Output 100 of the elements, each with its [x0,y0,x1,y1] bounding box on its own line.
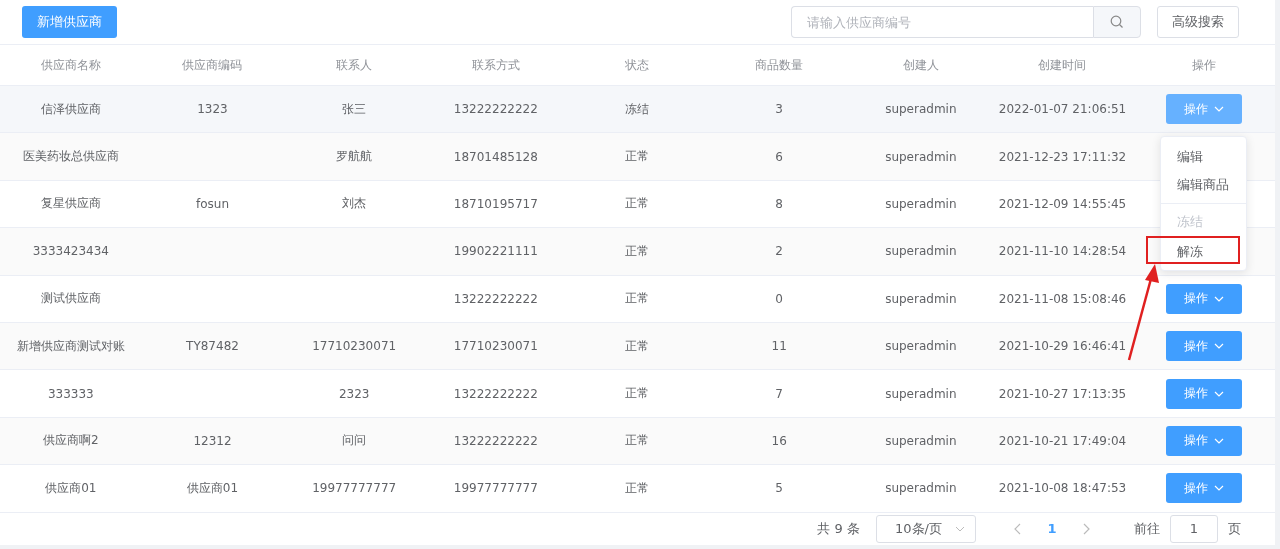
add-supplier-button[interactable]: 新增供应商 [22,6,117,38]
table-cell: 19977777777 [453,481,538,496]
table-cell: 2021-12-09 14:55:45 [998,196,1127,211]
table-cell: 6 [775,149,783,164]
table-cell: 2021-10-27 17:13:35 [998,386,1127,401]
menu-item[interactable]: 解冻 [1146,236,1240,264]
menu-item[interactable]: 编辑商品 [1161,171,1246,199]
table-cell: 19902221111 [453,244,538,259]
table-cell: 新增供应商测试对账 [16,338,125,353]
table-cell: 2021-12-23 17:11:32 [998,149,1127,164]
table-cell: 17710230071 [453,339,538,354]
page-suffix: 页 [1228,519,1241,538]
table-cell: 3333423434 [32,244,109,259]
page-number[interactable]: 1 [1042,521,1062,537]
table-cell: 供应商啊2 [43,433,99,448]
search-button[interactable] [1093,6,1141,38]
table-cell: 17710230071 [312,339,397,354]
table-cell: 正常 [625,243,650,258]
column-header: 供应商编码 [182,57,243,72]
table-cell: 信泽供应商 [40,101,101,116]
column-header: 联系人 [336,57,373,72]
table-cell: superadmin [885,149,957,164]
table-cell: 2021-10-21 17:49:04 [998,433,1127,448]
total-count: 共 9 条 [817,519,860,538]
table-cell: superadmin [885,481,957,496]
action-dropdown-button[interactable]: 操作 [1166,331,1243,362]
caret-icon [955,525,965,532]
table-cell: 2021-11-10 14:28:54 [998,244,1127,259]
table-cell: 13222222222 [453,386,538,401]
table-cell: 2021-10-08 18:47:53 [998,481,1127,496]
menu-item[interactable]: 编辑 [1161,143,1246,171]
action-dropdown-button[interactable]: 操作 [1166,378,1243,409]
caret-icon [1214,295,1225,302]
table-cell: 正常 [625,433,650,448]
table-cell: fosun [195,196,229,211]
page-input[interactable]: 1 [1170,514,1218,543]
table-cell: superadmin [885,339,957,354]
table-cell: superadmin [885,244,957,259]
table-cell: 正常 [625,149,650,164]
table-cell: 333333 [47,386,94,401]
table-cell: 2022-01-07 21:06:51 [998,102,1127,117]
table-cell: 2021-10-29 16:46:41 [998,339,1127,354]
table-cell: 5 [775,481,783,496]
caret-icon [1214,485,1225,492]
table-cell: 2 [775,244,783,259]
table-cell: 冻结 [625,101,650,116]
caret-icon [1214,437,1225,444]
table-cell: 刘杰 [342,196,367,211]
table-cell: 3 [775,102,783,117]
table-cell: 13222222222 [453,291,538,306]
table-cell: 正常 [625,386,650,401]
action-dropdown-button[interactable]: 操作 [1166,94,1243,125]
caret-icon [1214,106,1225,113]
table-cell: 18701485128 [453,149,538,164]
column-header: 供应商名称 [40,57,101,72]
column-header: 联系方式 [471,57,520,72]
table-cell: 正常 [625,338,650,353]
advanced-search-button[interactable]: 高级搜索 [1157,6,1239,38]
action-dropdown-button[interactable]: 操作 [1166,283,1243,314]
action-dropdown-button[interactable]: 操作 [1166,425,1243,456]
table-cell: superadmin [885,196,957,211]
table-cell: superadmin [885,102,957,117]
table-cell: 正常 [625,480,650,495]
table-cell: 罗航航 [336,149,373,164]
table-cell: 测试供应商 [40,291,101,306]
page-size-select[interactable]: 10条/页 [876,514,976,543]
table-cell: TY87482 [186,339,239,354]
table-cell: 18710195717 [453,196,538,211]
table-cell: 供应商01 [186,480,239,495]
column-header: 创建人 [902,57,939,72]
table-cell: 13222222222 [453,433,538,448]
table-cell: 张三 [342,101,367,116]
previous-page-icon[interactable] [1014,522,1022,535]
table-cell: 复星供应商 [40,196,101,211]
goto-label: 前往 [1134,519,1160,538]
table-cell: superadmin [885,386,957,401]
table-cell: 正常 [625,196,650,211]
table-cell: 13222222222 [453,102,538,117]
next-page-icon[interactable] [1082,522,1090,535]
table-cell: superadmin [885,291,957,306]
table-cell: 12312 [193,433,232,448]
table-cell: 11 [771,339,787,354]
column-header: 商品数量 [755,57,804,72]
table-cell: 19977777777 [312,481,397,496]
table-cell: 供应商01 [45,480,97,495]
table-cell: 8 [775,196,783,211]
caret-icon [1214,343,1225,350]
table-cell: 医美药妆总供应商 [22,149,119,164]
table-cell: 7 [775,386,783,401]
search-icon [1110,15,1124,29]
column-header: 状态 [625,57,650,72]
search-field[interactable]: 请输入供应商编号 [791,6,1093,38]
column-header: 操作 [1192,57,1217,72]
column-header: 创建时间 [1038,57,1087,72]
action-dropdown-button[interactable]: 操作 [1166,473,1243,504]
table-cell: 1323 [197,102,228,117]
table-cell: 16 [771,433,787,448]
table-cell: superadmin [885,433,957,448]
table-cell: 0 [775,291,783,306]
table-cell: 2323 [338,386,370,401]
